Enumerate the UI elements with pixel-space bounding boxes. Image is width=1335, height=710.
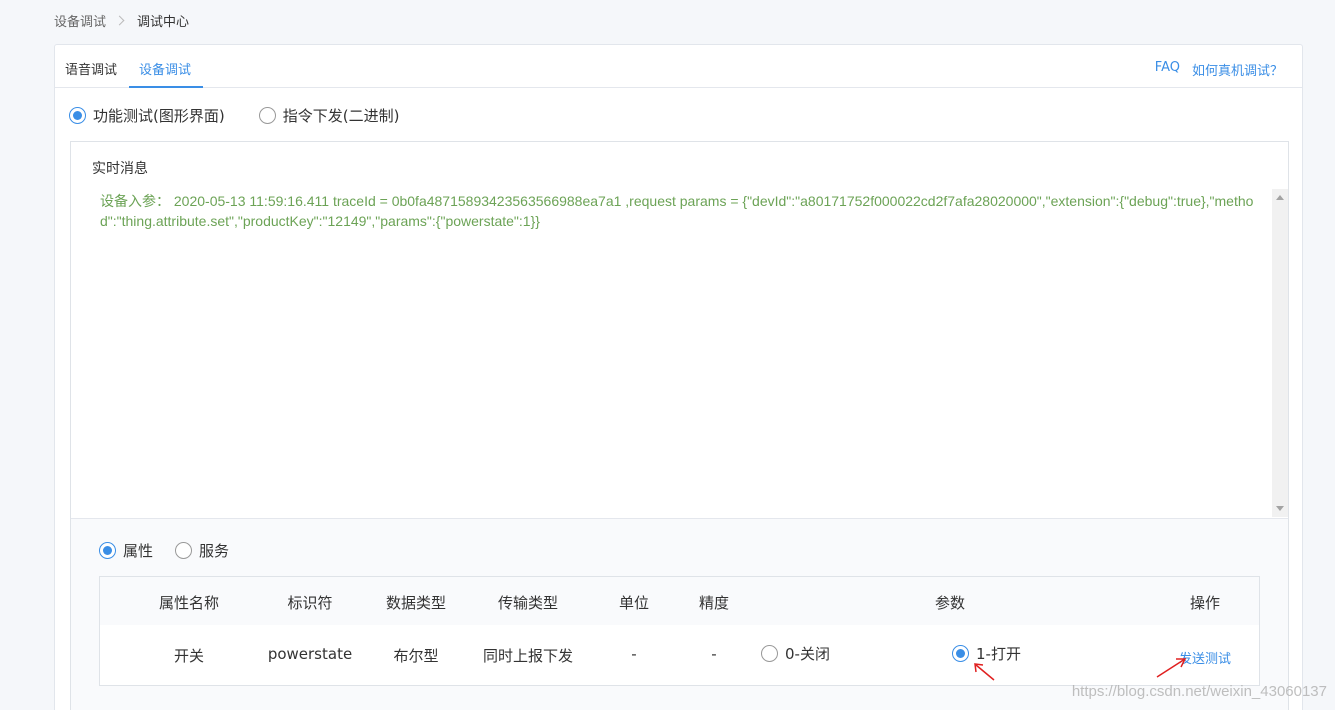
mode-command-send-option[interactable]: 指令下发(二进制) xyxy=(258,105,400,126)
annotation-arrow-icon xyxy=(974,663,995,681)
radio-checked-icon[interactable] xyxy=(99,542,116,559)
cell-data-type: 布尔型 xyxy=(393,647,439,665)
tab-device-debug[interactable]: 设备调试 xyxy=(139,59,191,78)
header-action: 操作 xyxy=(1189,594,1221,612)
cell-identifier: powerstate xyxy=(267,645,353,663)
header-data-type: 数据类型 xyxy=(385,594,447,612)
realtime-message-log: 设备入参： 2020-05-13 11:59:16.411 traceId = … xyxy=(100,193,1254,229)
breadcrumb-parent[interactable]: 设备调试 xyxy=(54,11,106,30)
category-service-option[interactable]: 服务 xyxy=(175,540,229,561)
realtime-message-panel: 实时消息 设备入参： 2020-05-13 11:59:16.411 trace… xyxy=(70,141,1289,710)
cell-precision: - xyxy=(711,645,717,663)
param-option-off-label: 0-关闭 xyxy=(785,645,830,663)
table-header xyxy=(100,577,1259,625)
log-scrollbar[interactable] xyxy=(1272,189,1288,517)
mode-command-send-label: 指令下发(二进制) xyxy=(282,107,400,125)
radio-unchecked-icon[interactable] xyxy=(258,107,276,124)
mode-function-test-label: 功能测试(图形界面) xyxy=(93,107,225,125)
debug-card: 语音调试 设备调试 FAQ 如何真机调试？ 功能测试(图形界面) 指令下发(二进… xyxy=(54,44,1303,710)
cell-attribute-name: 开关 xyxy=(173,647,205,665)
param-option-off[interactable]: 0-关闭 xyxy=(761,643,830,664)
active-tab-indicator xyxy=(129,86,203,88)
help-links: FAQ 如何真机调试？ xyxy=(1155,60,1283,79)
annotation-arrow-icon xyxy=(1156,658,1187,678)
radio-unchecked-icon[interactable] xyxy=(761,645,778,662)
radio-checked-icon[interactable] xyxy=(952,645,969,662)
scroll-down-arrow-icon[interactable] xyxy=(1276,506,1284,511)
tabs-bar: 语音调试 设备调试 FAQ 如何真机调试？ xyxy=(55,45,1302,88)
mode-function-test-option[interactable]: 功能测试(图形界面) xyxy=(69,105,225,126)
watermark: https://blog.csdn.net/weixin_43060137 xyxy=(1071,683,1327,700)
breadcrumb: 设备调试 调试中心 xyxy=(54,11,189,30)
header-params: 参数 xyxy=(934,594,966,612)
category-service-label: 服务 xyxy=(199,542,230,560)
cell-unit: - xyxy=(631,645,637,663)
realtime-message-title: 实时消息 xyxy=(92,161,148,177)
attribute-table: 属性名称 标识符 数据类型 传输类型 单位 精度 参数 操作 开关 powers… xyxy=(99,576,1260,686)
category-radio-group: 属性 服务 xyxy=(99,540,229,561)
real-device-debug-help-link[interactable]: 如何真机调试？ xyxy=(1192,60,1283,79)
scroll-up-arrow-icon[interactable] xyxy=(1276,195,1284,200)
category-attribute-label: 属性 xyxy=(123,542,154,560)
tab-voice-debug[interactable]: 语音调试 xyxy=(65,59,117,78)
category-attribute-option[interactable]: 属性 xyxy=(99,540,153,561)
radio-checked-icon[interactable] xyxy=(69,107,86,124)
chevron-right-icon xyxy=(114,15,125,26)
header-unit: 单位 xyxy=(618,594,650,612)
cell-transfer-type: 同时上报下发 xyxy=(482,647,574,665)
breadcrumb-current: 调试中心 xyxy=(137,15,190,30)
mode-radio-group: 功能测试(图形界面) 指令下发(二进制) xyxy=(69,105,399,126)
header-precision: 精度 xyxy=(698,594,730,612)
radio-unchecked-icon[interactable] xyxy=(175,542,193,559)
header-attribute-name: 属性名称 xyxy=(158,594,220,612)
header-transfer-type: 传输类型 xyxy=(497,594,559,612)
attribute-section: 属性 服务 属性名称 标识符 数据类型 传输类型 单位 精度 参数 操作 开关 … xyxy=(71,518,1288,710)
faq-link[interactable]: FAQ xyxy=(1155,60,1180,79)
header-identifier: 标识符 xyxy=(287,594,333,612)
